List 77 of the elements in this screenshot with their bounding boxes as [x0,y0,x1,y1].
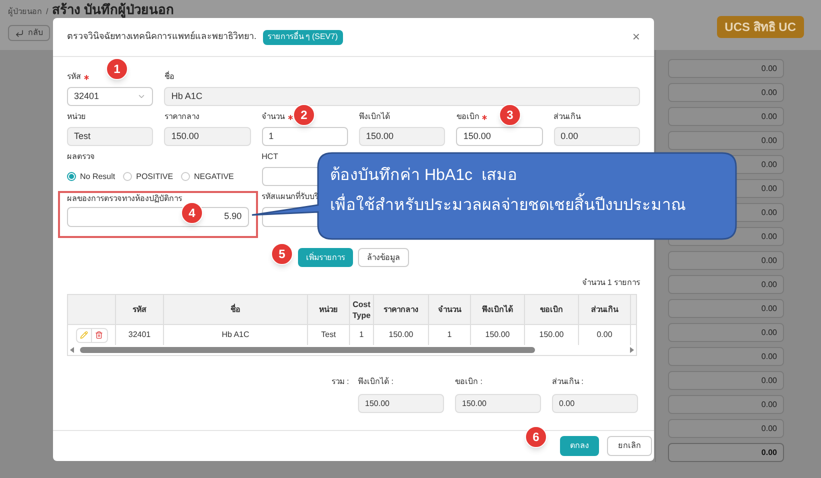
clear-button[interactable]: ล้างข้อมูล [358,248,409,267]
field-label: HCT [262,152,278,162]
field-label: รหัส [67,72,81,82]
total-field: 150.00 [358,394,444,413]
field-label: ชื่อ [164,72,174,82]
table-cell: 1 [429,325,471,345]
radio-option[interactable]: NEGATIVE [181,170,234,182]
chevron-down-icon [137,92,146,101]
dialog-title: ตรวจวินิจฉัยทางเทคนิคการแพทย์และพยาธิวิทยา. [67,30,257,44]
item-count: จำนวน 1 รายการ [582,277,640,289]
field-label: พึงเบิกได้ [359,112,390,122]
table-cell: 1 [350,325,374,345]
required-icon [84,74,89,80]
category-tag: รายการอื่น ๆ (SEV7) [262,30,343,44]
table-cell: 150.00 [525,325,579,345]
amount-field: 0.00 [668,323,784,342]
radio-option[interactable]: POSITIVE [123,170,174,182]
field-label: ผลของการตรวจทางห้องปฏิบัติการ [67,194,182,204]
input-field[interactable]: 1 [262,127,348,146]
field-label: ผลตรวจ [67,152,95,162]
totals-label: รวม : [332,376,349,388]
total-label: ขอเบิก : [455,376,484,388]
radio-option[interactable]: No Result [67,170,116,182]
amount-field: 0.00 [668,107,784,126]
amount-field: 0.00 [668,395,784,414]
column-header: ขอเบิก [525,295,579,324]
amount-field: 0.00 [668,83,784,102]
total-label: พึงเบิกได้ : [358,376,394,388]
field-label: รหัสแผนกที่รับบริ [262,192,319,202]
column-header: พึงเบิกได้ [471,295,525,324]
total-field: 150.00 [455,394,541,413]
cancel-button[interactable]: ยกเลิก [607,436,652,456]
code-select[interactable]: 32401 [67,87,154,106]
table-cell: 0.00 [579,325,631,345]
hct-field[interactable] [262,167,318,186]
callout-text: เพื่อใช้สำหรับประมวลผลจ่ายชดเชยสิ้นปีงบประมาณ [330,195,686,217]
field-label: หน่วย [67,112,86,122]
required-icon [482,114,488,120]
column-header: ราคากลาง [374,295,429,324]
input-field[interactable]: 150.00 [456,127,543,146]
amount-field: 0.00 [668,251,784,270]
table-cell: Hb A1C [164,325,308,345]
table-cell: 32401 [116,325,164,345]
callout-text: ต้องบันทึกค่า HbA1c เสมอ [330,166,518,186]
pencil-icon [80,331,88,339]
amount-field: 0.00 [668,371,784,390]
trash-icon [95,331,103,339]
coverage-badge: UCS สิทธิ UC [716,16,804,38]
close-button[interactable]: × [632,27,640,47]
page-title: สร้าง บันทึกผู้ป่วยนอก [52,2,174,17]
field-label: ส่วนเกิน [554,112,581,122]
table-cell: 150.00 [374,325,429,345]
table-cell: Test [308,325,350,345]
column-header: รหัส [116,295,164,324]
column-header: ชื่อ [164,295,308,324]
table-cell: 150.00 [471,325,525,345]
breadcrumb-separator: / [46,6,48,18]
return-icon [15,28,24,38]
breadcrumb-link[interactable]: ผู้ป่วยนอก [8,4,42,19]
field-label: ขอเบิก [456,112,480,122]
amount-field: 0.00 [668,347,784,366]
amount-field: 0.00 [668,131,784,150]
back-button[interactable]: กลับ [8,25,50,41]
required-icon [288,114,293,120]
amount-field: 0.00 [668,59,784,78]
amount-field: 0.00 [668,299,784,318]
column-header: จำนวน [429,295,471,324]
field-label: ราคากลาง [164,112,200,122]
column-header: หน่วย [308,295,350,324]
amount-field: 0.00 [668,419,784,438]
column-header: ส่วนเกิน [579,295,631,324]
total-label: ส่วนเกิน : [552,376,584,388]
total-field: 0.00 [552,394,638,413]
field-label: จำนวน [262,112,285,122]
column-header: Cost Type [350,295,374,324]
total-field: 0.00 [668,443,784,462]
amount-field: 0.00 [668,275,784,294]
